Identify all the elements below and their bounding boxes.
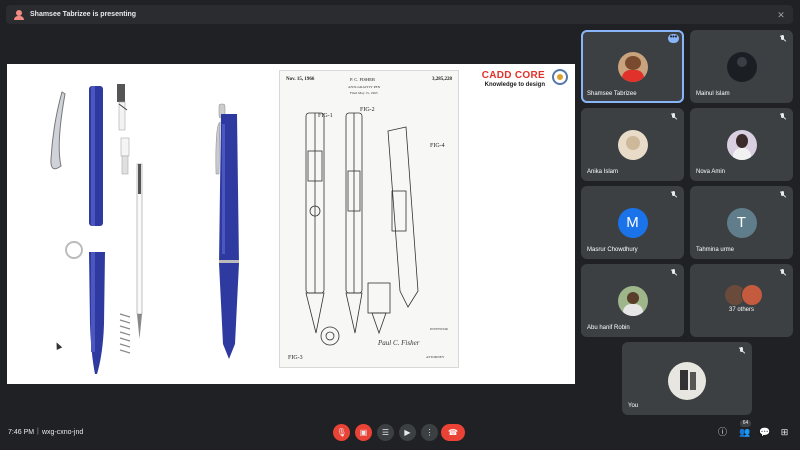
participant-name: Mainul Islam (696, 91, 730, 97)
avatar (617, 130, 648, 160)
leave-call-button[interactable]: ☎ (441, 424, 465, 441)
more-options-icon[interactable]: ••• (668, 34, 679, 43)
patent-signature: Paul C. Fisher (378, 339, 420, 347)
mic-off-icon (670, 269, 678, 277)
others-avatars (724, 284, 764, 306)
avatar (668, 362, 706, 400)
avatar: M (617, 208, 648, 238)
activities-icon[interactable]: ⊞ (779, 427, 790, 438)
close-icon[interactable]: ✕ (775, 9, 787, 21)
mic-off-icon (779, 191, 787, 199)
clock: 7:46 PM (8, 429, 35, 436)
patent-inventor-label: INVENTOR (430, 327, 448, 331)
patent-drawing: Nov. 15, 1966 P. C. FISHER 3,285,228 ANT… (279, 70, 459, 368)
participant-name: Shamsee Tabrizee (587, 91, 637, 97)
participant-tile-nova[interactable]: Nova Amin (690, 108, 793, 181)
avatar (726, 52, 757, 82)
participant-name: Anika Islam (587, 169, 619, 175)
participant-name: Tahmina urme (696, 247, 735, 253)
patent-attorney-label: ATTORNEY (426, 355, 445, 359)
seal-icon (552, 69, 568, 85)
presenting-text: Shamsee Tabrizee is presenting (30, 11, 137, 18)
mic-toggle-button[interactable]: 🎙 (333, 424, 350, 441)
patent-figures: FIG-1 FIG-2 FIG-4 FIG-3 (288, 107, 445, 361)
participant-name: Nova Amin (696, 169, 726, 175)
participant-name: You (628, 403, 639, 409)
captions-button[interactable]: ☰ (377, 424, 394, 441)
mic-off-icon (779, 269, 787, 277)
avatar: T (726, 208, 757, 238)
participant-tile-abu[interactable]: Abu hanif Robin (581, 264, 684, 337)
shared-screen: CADD CORE Knowledge to design Nov. 15, 1… (7, 64, 575, 384)
participant-tile-you[interactable]: You (622, 342, 752, 415)
logo-tagline: Knowledge to design (484, 82, 545, 88)
participant-tile-others[interactable]: 37 others (690, 264, 793, 337)
person-icon (14, 9, 24, 20)
people-icon[interactable]: 👥 (739, 427, 750, 438)
more-options-button[interactable]: ⋮ (421, 424, 438, 441)
others-count: 37 others (728, 307, 755, 313)
fig-label-2: FIG-2 (360, 107, 375, 113)
participant-tile-tahmina[interactable]: T Tahmina urme (690, 186, 793, 259)
participant-tile-anika[interactable]: Anika Islam (581, 108, 684, 181)
mic-off-icon (779, 35, 787, 43)
fig-label-1: FIG-1 (318, 113, 333, 119)
separator: | (37, 428, 39, 435)
meeting-code: wxg-cxno-jnd (42, 429, 84, 436)
fig-label-4: FIG-4 (430, 143, 445, 149)
logo-title: CADD CORE (481, 70, 545, 81)
avatar (726, 130, 757, 160)
fig-label-3: FIG-3 (288, 355, 303, 361)
participant-name: Masrur Chowdhury (587, 247, 638, 253)
mic-off-icon (670, 191, 678, 199)
participant-tile-mainul[interactable]: Mainul Islam (690, 30, 793, 103)
mic-off-icon (670, 113, 678, 121)
mic-off-icon (779, 113, 787, 121)
chat-icon[interactable]: 💬 (759, 427, 770, 438)
presenting-banner: Shamsee Tabrizee is presenting ✕ (6, 5, 793, 24)
info-icon[interactable]: ⓘ (717, 427, 728, 438)
pen-parts-illustration (50, 84, 239, 374)
participant-name: Abu hanif Robin (587, 325, 630, 331)
meeting-controls-bar: 7:46 PM | wxg-cxno-jnd 🎙 ▣ ☰ ▶ ⋮ ☎ ⓘ 64 … (0, 420, 800, 450)
avatar (617, 52, 648, 82)
cadd-core-logo: CADD CORE Knowledge to design (482, 70, 545, 88)
participant-tile-shamsee[interactable]: ••• Shamsee Tabrizee (581, 30, 684, 103)
mic-off-icon (738, 347, 746, 355)
present-screen-button[interactable]: ▶ (399, 424, 416, 441)
participant-tile-masrur[interactable]: M Masrur Chowdhury (581, 186, 684, 259)
people-count-badge: 64 (740, 420, 751, 427)
camera-toggle-button[interactable]: ▣ (355, 424, 372, 441)
avatar (617, 286, 648, 316)
